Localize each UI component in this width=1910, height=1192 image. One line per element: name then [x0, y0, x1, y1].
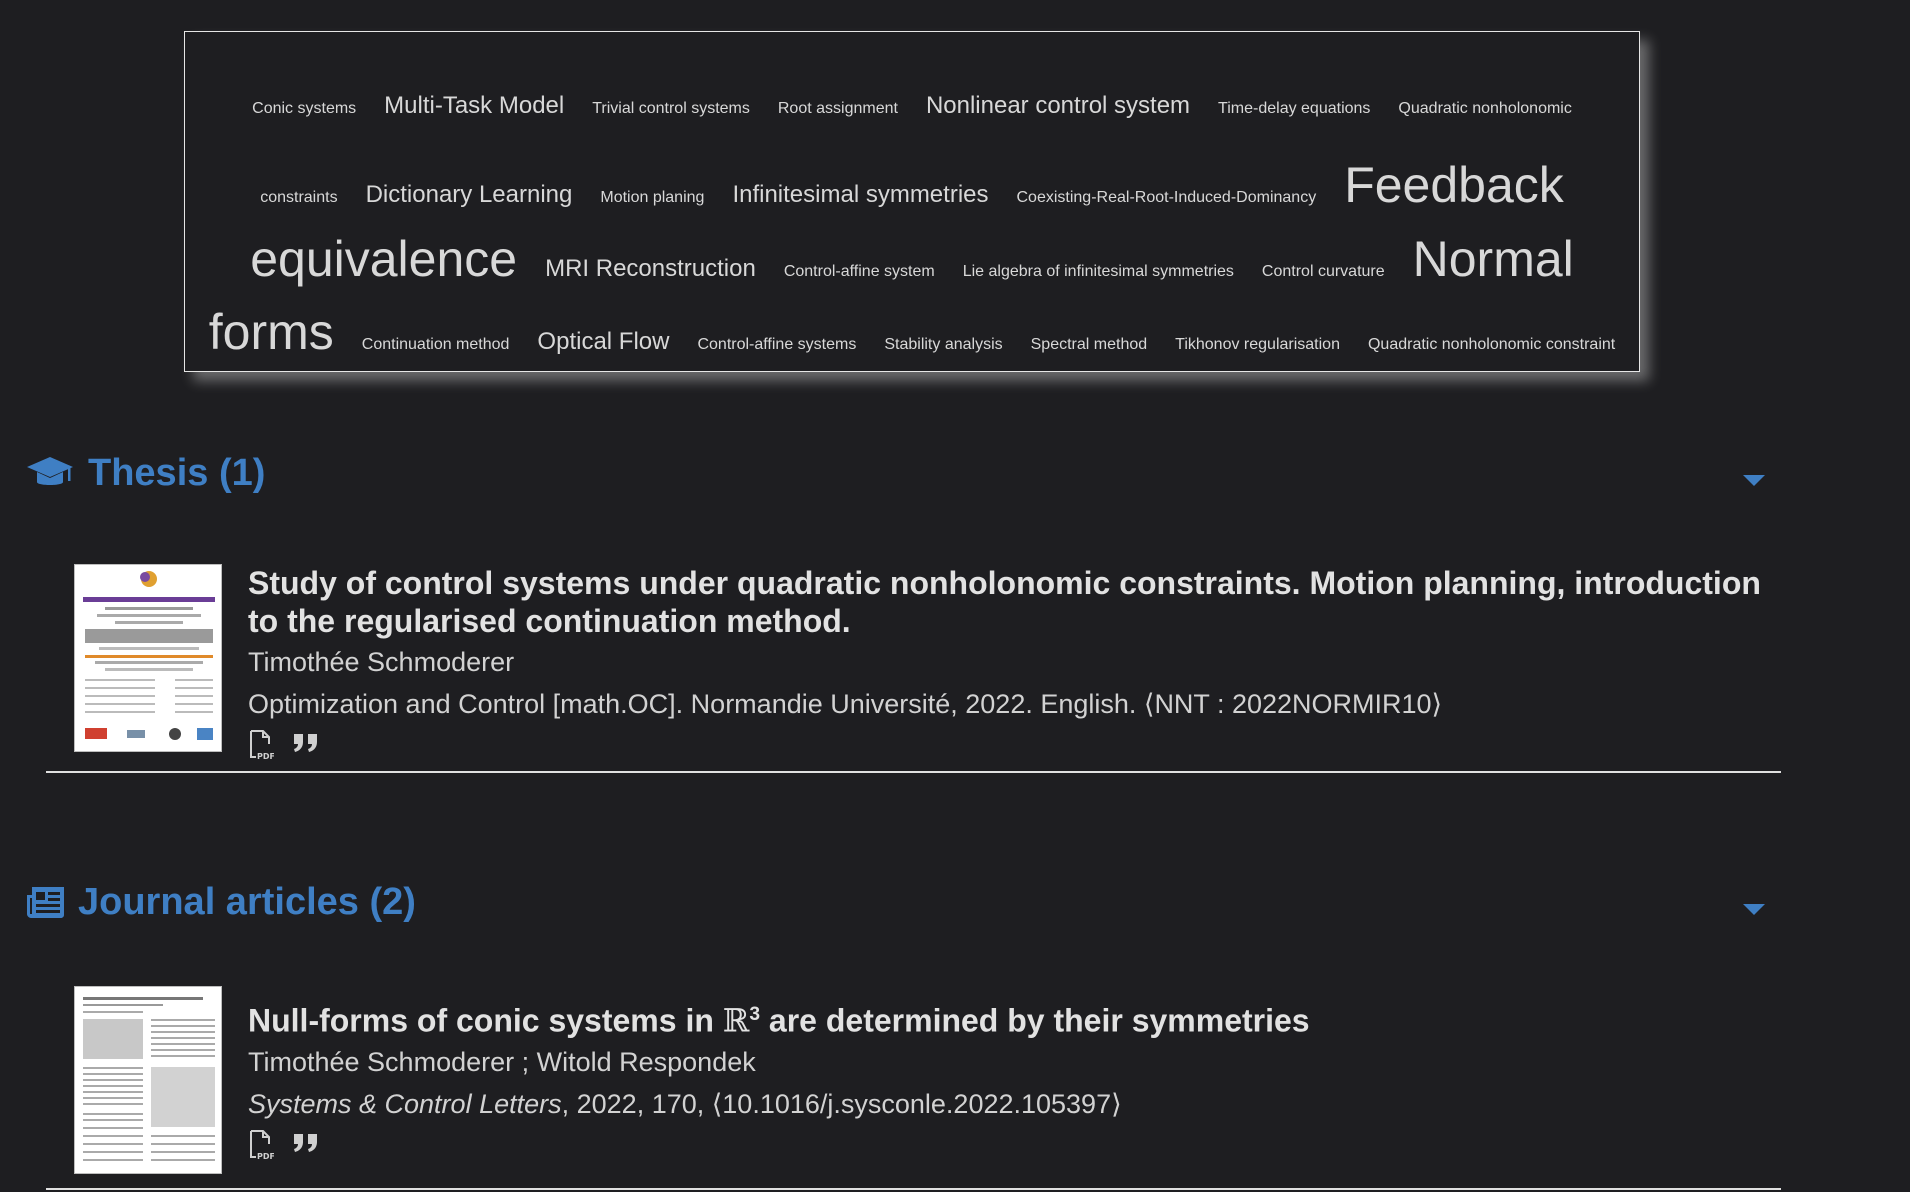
title-text: are determined by their symmetries: [760, 1002, 1310, 1039]
keyword-link[interactable]: Dictionary Learning: [366, 181, 573, 209]
keyword-cloud-line: forms Continuation method Optical Flow C…: [185, 303, 1639, 361]
publication-reference: Systems & Control Letters, 2022, 170, ⟨1…: [248, 1086, 1774, 1122]
keyword-link[interactable]: Tikhonov regularisation: [1175, 336, 1340, 354]
keyword-cloud: Conic systems Multi-Task Model Trivial c…: [184, 31, 1640, 372]
divider: [46, 1188, 1781, 1190]
keyword-link[interactable]: Continuation method: [362, 336, 510, 354]
collapse-toggle-icon[interactable]: [1743, 475, 1765, 486]
publication-authors: Timothée Schmoderer: [248, 647, 515, 677]
graduation-cap-icon: [26, 453, 76, 493]
keyword-link[interactable]: Control-affine systems: [697, 336, 856, 354]
keyword-link[interactable]: Quadratic nonholonomic: [1398, 100, 1571, 118]
keyword-link[interactable]: forms: [209, 303, 334, 361]
math-symbol: ℝ: [722, 1001, 750, 1040]
pdf-file-icon[interactable]: PDF: [248, 1129, 275, 1161]
keyword-link[interactable]: Motion planing: [600, 189, 704, 207]
document-thumbnail[interactable]: [74, 564, 222, 752]
publication-title-link[interactable]: Study of control systems under quadratic…: [248, 564, 1774, 640]
newspaper-icon: [26, 882, 76, 922]
quote-cite-icon[interactable]: [292, 1130, 318, 1160]
publication-item: Null-forms of conic systems in ℝ3 are de…: [74, 986, 1774, 1176]
journal-name: Systems & Control Letters: [248, 1088, 562, 1119]
publication-reference: Optimization and Control [math.OC]. Norm…: [248, 689, 1443, 719]
keyword-cloud-line: equivalence MRI Reconstruction Control-a…: [185, 230, 1639, 288]
section-title: Journal articles (2): [78, 880, 416, 923]
publication-actions: PDF: [248, 730, 1774, 761]
journal-articles-section-header[interactable]: Journal articles (2): [26, 877, 1910, 927]
publication-body: Study of control systems under quadratic…: [248, 564, 1774, 761]
keyword-link[interactable]: Time-delay equations: [1218, 100, 1370, 118]
divider: [46, 771, 1781, 773]
svg-text:PDF: PDF: [257, 1152, 274, 1160]
keyword-link[interactable]: Lie algebra of infinitesimal symmetries: [963, 263, 1234, 281]
keyword-link[interactable]: Normal: [1413, 230, 1574, 288]
publication-title-link[interactable]: Null-forms of conic systems in ℝ3 are de…: [248, 996, 1774, 1040]
keyword-cloud-line: constraints Dictionary Learning Motion p…: [185, 156, 1639, 214]
keyword-link[interactable]: Optical Flow: [537, 328, 669, 356]
keyword-link[interactable]: constraints: [260, 189, 337, 207]
keyword-link[interactable]: Infinitesimal symmetries: [732, 181, 988, 209]
collapse-toggle-icon[interactable]: [1743, 904, 1765, 915]
keyword-link[interactable]: Control curvature: [1262, 263, 1385, 281]
svg-text:PDF: PDF: [257, 752, 274, 760]
keyword-link[interactable]: Root assignment: [778, 100, 898, 118]
publication-body: Null-forms of conic systems in ℝ3 are de…: [248, 986, 1774, 1161]
publication-actions: PDF: [248, 1129, 1774, 1161]
keyword-link[interactable]: Nonlinear control system: [926, 92, 1190, 120]
keyword-link[interactable]: Feedback: [1344, 156, 1564, 214]
keyword-link[interactable]: Control-affine system: [784, 263, 935, 281]
keyword-link[interactable]: equivalence: [250, 230, 517, 288]
thesis-section-header[interactable]: Thesis (1): [26, 448, 1910, 498]
keyword-link[interactable]: Trivial control systems: [592, 100, 750, 118]
keyword-cloud-line: Conic systems Multi-Task Model Trivial c…: [185, 92, 1639, 120]
publication-item: Study of control systems under quadratic…: [74, 564, 1774, 761]
keyword-link[interactable]: Conic systems: [252, 100, 356, 118]
keyword-link[interactable]: Stability analysis: [884, 336, 1002, 354]
publication-authors: Timothée Schmoderer ; Witold Respondek: [248, 1046, 756, 1077]
keyword-link[interactable]: Quadratic nonholonomic constraint: [1368, 336, 1615, 354]
keyword-link[interactable]: MRI Reconstruction: [545, 255, 756, 283]
reference-details: , 2022, 170, ⟨10.1016/j.sysconle.2022.10…: [561, 1088, 1122, 1119]
pdf-file-icon[interactable]: PDF: [248, 730, 275, 761]
section-title: Thesis (1): [88, 451, 266, 494]
title-text: Null-forms of conic systems in: [248, 1002, 723, 1039]
document-thumbnail[interactable]: [74, 986, 222, 1174]
math-superscript: 3: [749, 1004, 761, 1025]
quote-cite-icon[interactable]: [292, 730, 318, 760]
keyword-link[interactable]: Multi-Task Model: [384, 92, 564, 120]
keyword-link[interactable]: Coexisting-Real-Root-Induced-Dominancy: [1017, 189, 1317, 207]
keyword-link[interactable]: Spectral method: [1031, 336, 1148, 354]
